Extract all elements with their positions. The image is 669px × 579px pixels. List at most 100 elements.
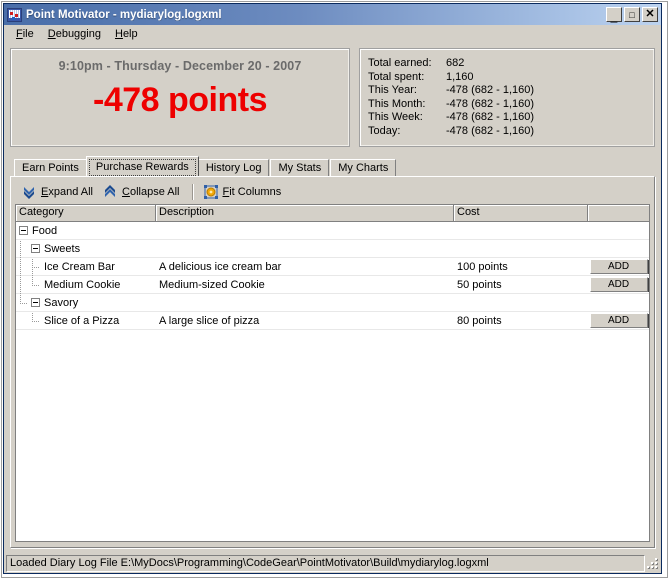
add-button[interactable]: ADD [589,277,648,292]
application-window: Point Motivator - mydiarylog.logxml _ □ … [3,3,662,574]
cell-description: A delicious ice cream bar [159,260,282,273]
tab-purchase-rewards[interactable]: Purchase Rewards [85,156,199,176]
cell-cost: 100 points [457,260,508,273]
rewards-grid: Category Description Cost Food Sweets Ic… [15,204,650,542]
client-area: 9:10pm - Thursday - December 20 - 2007 -… [4,44,661,554]
cell-category: Food [16,222,156,240]
table-row[interactable]: Savory [16,293,649,312]
current-date-label: 9:10pm - Thursday - December 20 - 2007 [58,59,302,73]
add-button[interactable]: ADD [589,259,648,274]
current-points-label: -478 points [93,81,267,119]
summary-panel: 9:10pm - Thursday - December 20 - 2007 -… [10,48,350,147]
cell-cost: 80 points [457,314,502,327]
stats-label: Total earned: [368,57,432,69]
cell-action: ADD [588,259,649,274]
tab-my-charts[interactable]: My Charts [330,159,397,176]
menu-item-file[interactable]: File [9,27,41,42]
table-row[interactable]: Sweets [16,239,649,258]
fit-columns-icon [203,185,218,199]
cell-cost: 50 points [457,278,502,291]
stats-row: This Week: -478 (682 - 1,160) [368,111,534,125]
tree-line [31,257,43,276]
node-label: Food [32,224,58,237]
expander-sweets[interactable] [31,244,40,253]
status-bar: Loaded Diary Log File E:\MyDocs\Programm… [4,554,661,573]
grid-header-row: Category Description Cost [16,205,649,222]
close-button[interactable]: ✕ [642,7,658,22]
stats-value: -478 (682 - 1,160) [446,124,535,137]
maximize-button[interactable]: □ [624,7,640,22]
menu-item-help[interactable]: Help [108,27,145,42]
close-icon: ✕ [645,8,655,20]
stats-table: Total earned: 682 Total spent: 1,160 Thi… [368,57,534,138]
cell-category: Medium Cookie [16,275,156,294]
column-header-description[interactable]: Description [156,205,454,221]
tab-focus-rect [88,159,196,176]
cell-category: Sweets [16,239,156,258]
stats-row: Total spent: 1,160 [368,71,534,85]
purchase-rewards-page: Expand All Collapse All Fit Columns Cate… [10,176,655,548]
table-row[interactable]: Slice of a Pizza A large slice of pizza … [16,311,649,330]
expander-food[interactable] [19,226,28,235]
cell-action: ADD [588,277,649,292]
stats-label: Today: [368,124,401,137]
cell-category: Savory [16,293,156,312]
resize-grip-icon[interactable] [646,556,660,571]
tree-line [19,275,31,294]
minimize-button[interactable]: _ [606,7,622,22]
title-bar[interactable]: Point Motivator - mydiarylog.logxml _ □ … [4,4,661,25]
collapse-all-label: Collapse All [122,186,180,198]
grid-body: Food Sweets Ice Cream Bar A delicious ic… [16,222,649,541]
tab-my-stats[interactable]: My Stats [270,159,330,176]
fit-columns-button[interactable]: Fit Columns [200,182,288,202]
tree-line [31,275,43,294]
stats-value: -478 (682 - 1,160) [446,84,535,96]
table-row[interactable]: Ice Cream Bar A delicious ice cream bar … [16,257,649,276]
node-label: Slice of a Pizza [44,314,120,327]
app-icon [7,7,22,22]
add-button[interactable]: ADD [589,313,648,328]
stats-value: 1,160 [446,70,474,83]
table-row[interactable]: Medium Cookie Medium-sized Cookie 50 poi… [16,275,649,294]
stats-value: -478 (682 - 1,160) [446,97,535,110]
expander-savory[interactable] [31,298,40,307]
tree-line [31,311,43,330]
menu-item-debugging[interactable]: Debugging [41,27,108,42]
expand-all-button[interactable]: Expand All [18,182,99,202]
cell-category: Ice Cream Bar [16,257,156,276]
cell-description: Medium-sized Cookie [159,278,265,291]
column-header-action[interactable] [588,205,649,221]
stats-row: Total earned: 682 [368,57,534,71]
minimize-icon: _ [610,9,618,23]
stats-label: Total spent: [368,70,425,83]
tree-line [19,257,31,276]
tab-earn-points[interactable]: Earn Points [14,159,87,176]
tree-line [19,239,31,258]
collapse-all-button[interactable]: Collapse All [99,182,186,202]
cell-action: ADD [588,313,649,328]
stats-value: -478 (682 - 1,160) [446,111,535,123]
toolbar-separator [191,184,193,200]
tab-strip: Earn Points Purchase Rewards History Log… [10,156,655,176]
stats-row: Today: -478 (682 - 1,160) [368,125,534,139]
column-header-category[interactable]: Category [16,205,156,221]
node-label: Ice Cream Bar [44,260,115,273]
double-chevron-down-icon [24,187,34,199]
tree-line [19,293,31,312]
window-controls: _ □ ✕ [606,7,658,22]
status-message: Loaded Diary Log File E:\MyDocs\Programm… [6,554,645,572]
grid-toolbar: Expand All Collapse All Fit Columns [14,180,651,204]
table-row[interactable]: Food [16,222,649,240]
stats-row: This Month: -478 (682 - 1,160) [368,98,534,112]
node-label: Savory [44,296,79,309]
cell-description: A large slice of pizza [159,314,260,327]
stats-panel: Total earned: 682 Total spent: 1,160 Thi… [359,48,655,147]
column-header-cost[interactable]: Cost [454,205,588,221]
stats-value: 682 [446,57,465,69]
tab-history-log[interactable]: History Log [197,159,270,176]
stats-label: This Year: [368,84,417,96]
double-chevron-up-icon [105,185,115,197]
summary-row: 9:10pm - Thursday - December 20 - 2007 -… [10,48,655,147]
node-label: Medium Cookie [44,278,121,291]
